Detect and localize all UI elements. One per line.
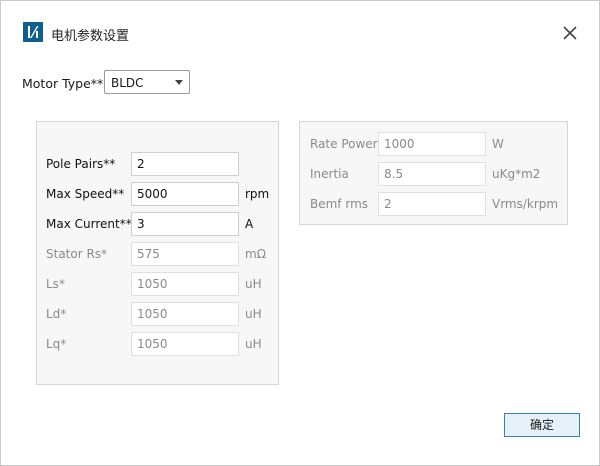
param-unit: rpm [245, 187, 270, 201]
param-unit: uH [245, 277, 262, 291]
rate-power-input: 1000 [378, 132, 486, 156]
rating-params-group: Rate Power 1000 W Inertia 8.5 uKg*m2 Bem… [299, 121, 568, 225]
param-label: Stator Rs* [46, 247, 108, 261]
param-label: Ls* [46, 277, 65, 291]
param-row-ld: Ld* 1050 uH [37, 302, 278, 326]
param-unit: uH [245, 307, 262, 321]
max-current-input[interactable]: 3 [131, 212, 239, 236]
inertia-input: 8.5 [378, 162, 486, 186]
ok-button[interactable]: 确定 [504, 413, 580, 437]
motor-type-select[interactable]: BLDC [104, 70, 190, 94]
param-unit: mΩ [245, 247, 266, 261]
close-button[interactable] [559, 22, 581, 44]
param-row-stator-rs: Stator Rs* 575 mΩ [37, 242, 278, 266]
ls-input: 1050 [131, 272, 239, 296]
param-row-inertia: Inertia 8.5 uKg*m2 [300, 162, 567, 186]
app-logo-icon [23, 22, 43, 42]
bemf-rms-input: 2 [378, 192, 486, 216]
param-label: Bemf rms [310, 197, 369, 211]
param-label: Max Speed** [46, 187, 125, 201]
close-icon [563, 26, 577, 40]
chevron-down-icon [175, 80, 183, 85]
window-title: 电机参数设置 [51, 29, 130, 44]
param-unit: uH [245, 337, 262, 351]
param-label: Lq* [46, 337, 67, 351]
param-row-bemf-rms: Bemf rms 2 Vrms/krpm [300, 192, 567, 216]
param-label: Pole Pairs** [46, 157, 116, 171]
dialog-window: 电机参数设置 Motor Type** BLDC Pole Pairs** 2 … [0, 0, 600, 466]
stator-rs-input: 575 [131, 242, 239, 266]
title-bar: 电机参数设置 [1, 1, 599, 59]
param-row-lq: Lq* 1050 uH [37, 332, 278, 356]
param-unit: A [245, 217, 254, 231]
motor-type-value: BLDC [111, 76, 144, 90]
param-label: Ld* [46, 307, 67, 321]
param-row-rate-power: Rate Power 1000 W [300, 132, 567, 156]
param-row-pole-pairs: Pole Pairs** 2 [37, 152, 278, 176]
param-label: Inertia [310, 167, 349, 181]
max-speed-input[interactable]: 5000 [131, 182, 239, 206]
param-label: Max Current** [46, 217, 132, 231]
param-row-ls: Ls* 1050 uH [37, 272, 278, 296]
param-row-max-current: Max Current** 3 A [37, 212, 278, 236]
lq-input: 1050 [131, 332, 239, 356]
ld-input: 1050 [131, 302, 239, 326]
motor-params-group: Pole Pairs** 2 Max Speed** 5000 rpm Max … [36, 121, 279, 385]
motor-type-label: Motor Type** [22, 76, 104, 91]
param-unit: W [492, 137, 504, 151]
pole-pairs-input[interactable]: 2 [131, 152, 239, 176]
param-unit: uKg*m2 [492, 167, 541, 181]
param-label: Rate Power [310, 137, 378, 151]
param-unit: Vrms/krpm [492, 197, 559, 211]
param-row-max-speed: Max Speed** 5000 rpm [37, 182, 278, 206]
